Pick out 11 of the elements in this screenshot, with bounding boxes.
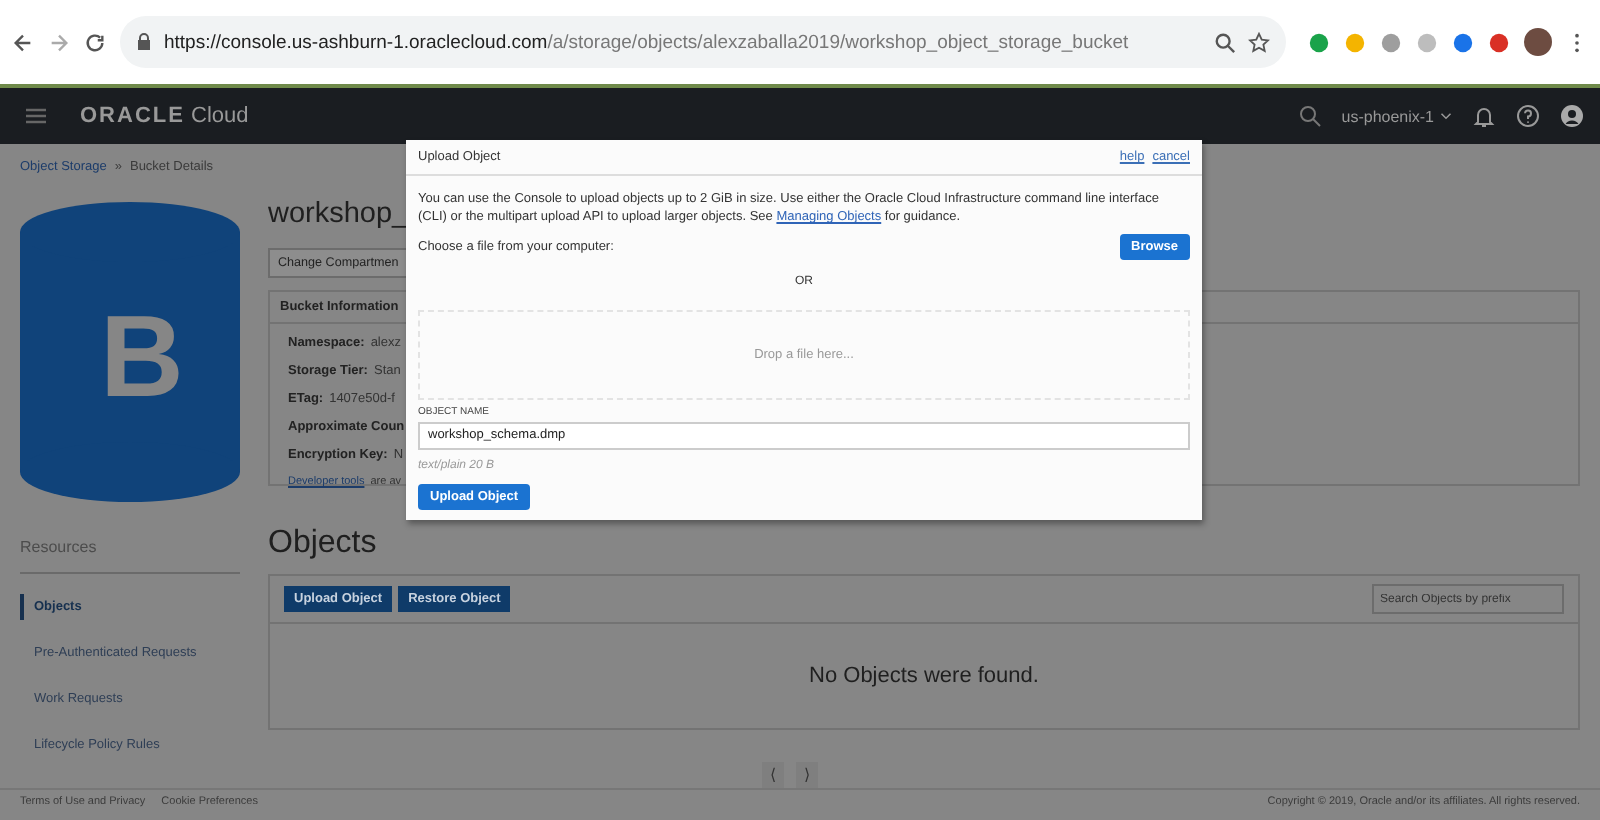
empty-message: No Objects were found. (807, 662, 1041, 693)
resources-heading: Resources (20, 538, 240, 575)
region-selector[interactable]: us-phoenix-1 (1341, 107, 1434, 125)
url-text: https://console.us-ashburn-1.oraclecloud.com/a/storage/objects/alexzaballa2019/workshop_object_storage_bucket (164, 31, 1129, 53)
avatar-letter: B (100, 300, 184, 417)
bucket-title: workshop_ (268, 196, 409, 233)
pager-button[interactable]: ⟩ (796, 762, 818, 789)
objects-heading: Objects (268, 526, 379, 563)
address-bar[interactable]: https://console.us-ashburn-1.oraclecloud.com/a/storage/objects/alexzaballa2019/workshop_object_storage_bucket (120, 16, 1286, 68)
pager-button[interactable]: ⟨ (762, 762, 784, 789)
oracle-cloud-logo[interactable]: ORACLE Cloud (80, 104, 249, 128)
